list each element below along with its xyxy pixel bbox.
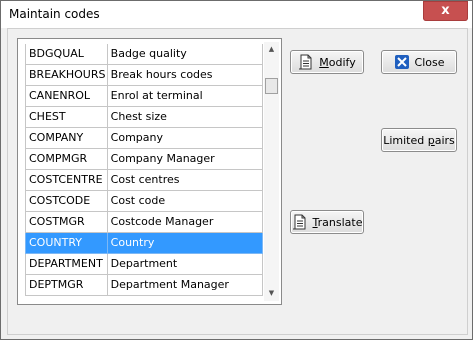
description-cell: Enrol at terminal [107, 86, 263, 107]
modify-button[interactable]: Modify [290, 50, 364, 74]
scroll-up-arrow-icon[interactable]: ▲ [264, 42, 279, 57]
code-cell: COSTMGR [25, 212, 108, 233]
description-cell: Badge quality [107, 44, 263, 65]
table-row[interactable]: CANENROL Enrol at terminal [25, 86, 263, 107]
table-row[interactable]: CHEST Chest size [25, 107, 263, 128]
maintain-codes-window: Maintain codes x BDGQUAL Badge quality BRE… [0, 0, 473, 340]
close-button[interactable]: Close [381, 50, 457, 74]
code-cell: DEPTMGR [25, 275, 108, 296]
close-icon [394, 54, 410, 70]
description-cell: Break hours codes [107, 65, 263, 86]
code-cell: CHEST [25, 107, 108, 128]
description-cell: Country [107, 233, 263, 254]
title-bar: Maintain codes x [1, 1, 472, 28]
table-row[interactable]: COMPMGR Company Manager [25, 149, 263, 170]
table-row[interactable]: DEPARTMENT Department [25, 254, 263, 275]
description-cell: Chest size [107, 107, 263, 128]
code-cell: COSTCENTRE [25, 170, 108, 191]
document-icon [292, 214, 308, 230]
close-x-icon: x [441, 3, 450, 18]
table-row[interactable]: COSTMGR Costcode Manager [25, 212, 263, 233]
table-row[interactable]: COSTCODE Cost code [25, 191, 263, 212]
table-row[interactable]: COUNTRY Country [25, 233, 263, 254]
translate-label: Translate [312, 215, 363, 229]
scroll-thumb[interactable] [265, 78, 278, 94]
table-row[interactable]: BDGQUAL Badge quality [25, 44, 263, 65]
description-cell: Department Manager [107, 275, 263, 296]
code-cell: COMPANY [25, 128, 108, 149]
table-row[interactable]: COSTCENTRE Cost centres [25, 170, 263, 191]
window-title: Maintain codes [9, 7, 100, 21]
description-cell: Costcode Manager [107, 212, 263, 233]
table-row[interactable]: BREAKHOURS Break hours codes [25, 65, 263, 86]
description-cell: Cost centres [107, 170, 263, 191]
translate-button[interactable]: Translate [290, 210, 364, 234]
modify-label: Modify [319, 55, 356, 69]
codes-list[interactable]: BDGQUAL Badge quality BREAKHOURS Break hour… [17, 38, 282, 305]
limited-pairs-label: Limited pairs [383, 133, 455, 147]
table-row[interactable]: COMPANY Company [25, 128, 263, 149]
description-cell: Department [107, 254, 263, 275]
code-cell: BREAKHOURS [25, 65, 108, 86]
code-cell: COMPMGR [25, 149, 108, 170]
table-row[interactable]: DEPTMGR Department Manager [25, 275, 263, 296]
document-icon [298, 54, 314, 70]
codes-grid: BDGQUAL Badge quality BREAKHOURS Break hour… [25, 44, 263, 296]
code-cell: CANENROL [25, 86, 108, 107]
close-label: Close [414, 55, 445, 69]
scroll-down-arrow-icon[interactable]: ▼ [264, 286, 279, 301]
vertical-scrollbar[interactable]: ▲ ▼ [264, 42, 279, 301]
description-cell: Cost code [107, 191, 263, 212]
limited-pairs-button[interactable]: Limited pairs [381, 128, 457, 152]
window-close-button[interactable]: x [423, 1, 468, 21]
description-cell: Company Manager [107, 149, 263, 170]
code-cell: BDGQUAL [25, 44, 108, 65]
code-cell: COUNTRY [25, 233, 108, 254]
code-cell: DEPARTMENT [25, 254, 108, 275]
description-cell: Company [107, 128, 263, 149]
code-cell: COSTCODE [25, 191, 108, 212]
